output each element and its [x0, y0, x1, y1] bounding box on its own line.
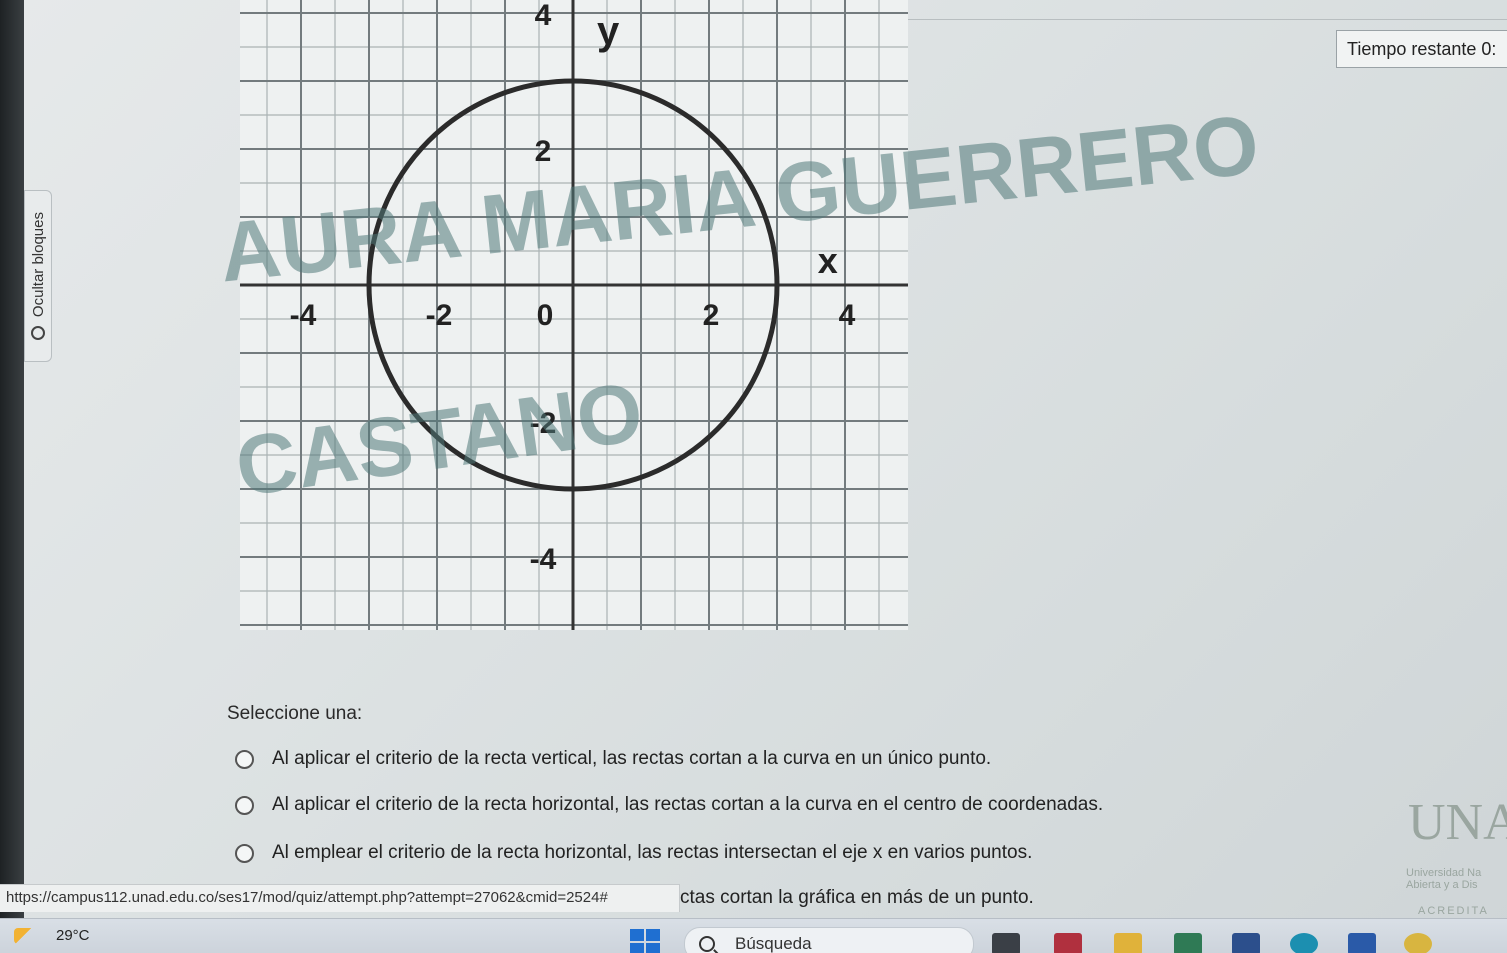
logo-line-1: Universidad Na	[1406, 867, 1482, 879]
x-axis-label: x	[818, 240, 838, 281]
quiz-page: Ocultar bloques Tiempo restante 0: -4 -2 0…	[0, 0, 1507, 953]
weather-widget[interactable]: 29°C	[14, 927, 90, 944]
search-icon	[699, 936, 715, 952]
left-edge	[0, 0, 24, 953]
folder-icon[interactable]	[1114, 933, 1142, 953]
link-status-bar: https://campus112.unad.edu.co/ses17/mod/…	[0, 884, 680, 912]
select-one-prompt: Seleccione una:	[227, 703, 363, 724]
x-tick-label: 2	[703, 299, 720, 332]
answer-option-4[interactable]: ctas cortan la gráfica en más de un punt…	[680, 887, 1034, 909]
answer-option-4-text: ctas cortan la gráfica en más de un punt…	[680, 887, 1034, 908]
windows-start-icon[interactable]	[630, 929, 660, 953]
app-icon[interactable]	[1232, 933, 1260, 953]
university-logo: UNA Universidad Na Abierta y a Dis ACRED…	[1378, 775, 1507, 917]
answer-option-1[interactable]: Al aplicar el criterio de la recta verti…	[235, 748, 991, 770]
answer-option-2[interactable]: Al aplicar el criterio de la recta horiz…	[235, 794, 1103, 816]
x-tick-label: 4	[839, 299, 856, 332]
taskbar: 29°C Búsqueda	[0, 918, 1507, 953]
edge-icon[interactable]	[1290, 933, 1318, 953]
answer-option-1-text: Al aplicar el criterio de la recta verti…	[272, 748, 992, 769]
weather-temp: 29°C	[56, 927, 90, 944]
radio-button[interactable]	[235, 843, 254, 863]
graph-svg: -4 -2 0 2 4 4 2 -2 -4 x y	[240, 0, 908, 630]
chrome-icon[interactable]	[1404, 933, 1432, 953]
radio-button[interactable]	[235, 749, 254, 769]
search-placeholder: Búsqueda	[735, 934, 812, 953]
logo-line-3: ACREDITA	[1418, 905, 1489, 917]
circle-graph: -4 -2 0 2 4 4 2 -2 -4 x y	[240, 0, 908, 630]
x-tick-label: -4	[290, 299, 317, 332]
taskbar-search-input[interactable]: Búsqueda	[684, 927, 974, 953]
radio-button[interactable]	[235, 795, 254, 815]
answer-option-3[interactable]: Al emplear el criterio de la recta horiz…	[235, 842, 1032, 864]
answer-option-2-text: Al aplicar el criterio de la recta horiz…	[272, 794, 1104, 815]
hide-blocks-button[interactable]: Ocultar bloques	[24, 190, 52, 362]
y-axis-label: y	[597, 9, 620, 53]
file-explorer-icon[interactable]	[992, 933, 1020, 953]
x-tick-label: -2	[426, 299, 453, 332]
time-remaining-box: Tiempo restante 0:	[1336, 30, 1507, 68]
y-tick-label: -2	[530, 407, 557, 440]
store-icon[interactable]	[1174, 933, 1202, 953]
y-tick-label: 2	[535, 135, 552, 168]
logo-letters: UNA	[1408, 794, 1507, 851]
hide-blocks-label: Ocultar bloques	[29, 212, 47, 318]
y-tick-label: -4	[530, 543, 557, 576]
mail-icon[interactable]	[1054, 933, 1082, 953]
logo-line-2: Abierta y a Dis	[1406, 879, 1478, 891]
y-tick-label: 4	[535, 0, 552, 32]
time-remaining-label: Tiempo restante 0:	[1347, 39, 1497, 59]
word-icon[interactable]	[1348, 933, 1376, 953]
circle-icon	[31, 325, 45, 340]
answer-option-3-text: Al emplear el criterio de la recta horiz…	[272, 842, 1033, 863]
header-divider	[905, 19, 1507, 20]
x-tick-label: 0	[537, 299, 554, 332]
sun-icon	[14, 927, 36, 944]
